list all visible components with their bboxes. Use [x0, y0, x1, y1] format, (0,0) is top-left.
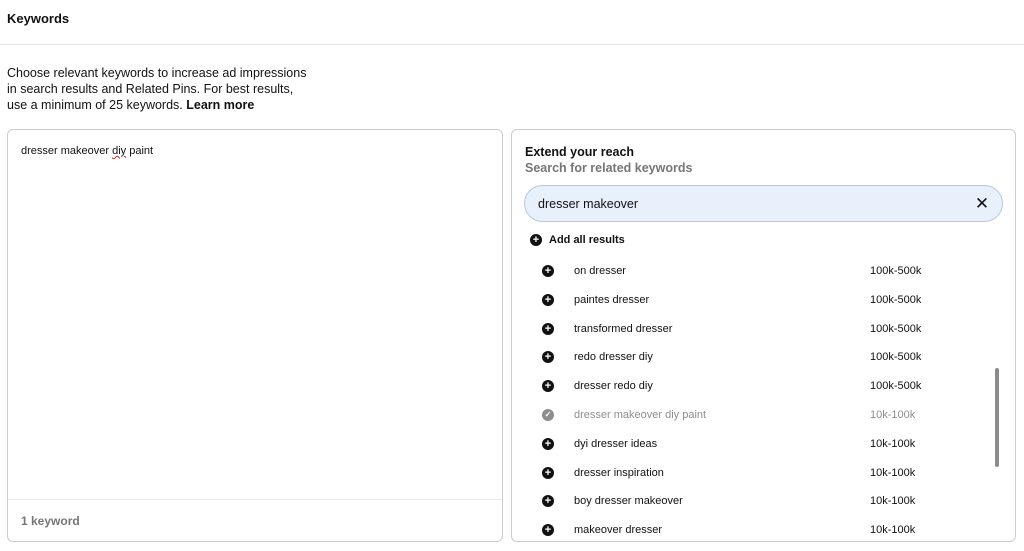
description-text: Choose relevant keywords to increase ad …	[7, 66, 307, 112]
keyword-search-volume: 100k-500k	[870, 380, 922, 393]
related-keywords-input[interactable]	[538, 195, 958, 213]
keyword-result-row[interactable]: + paintes dresser 100k-500k	[512, 286, 1015, 315]
keywords-input-panel[interactable]: dresser makeover diy paint 1 keyword	[7, 129, 503, 542]
keyword-result-row[interactable]: + transformed dresser 100k-500k	[512, 315, 1015, 344]
related-keywords-search[interactable]: ✕	[524, 185, 1003, 222]
keyword-result-label: dresser redo diy	[574, 380, 653, 393]
keyword-entry-part1: dresser makeover	[21, 145, 113, 157]
close-icon[interactable]: ✕	[972, 194, 992, 214]
keyword-result-row[interactable]: + makeover dresser 10k-100k	[512, 516, 1015, 541]
keyword-search-volume: 10k-100k	[870, 524, 916, 537]
keyword-search-volume: 100k-500k	[870, 265, 922, 277]
keyword-search-volume: 10k-100k	[870, 495, 916, 508]
keyword-search-volume: 100k-500k	[870, 322, 922, 335]
keyword-result-row[interactable]: + dresser redo diy 100k-500k	[512, 372, 1015, 401]
extend-reach-title: Extend your reach	[525, 145, 635, 159]
keyword-result-label: makeover dresser	[574, 524, 663, 537]
keyword-search-volume: 100k-500k	[870, 293, 922, 306]
keyword-search-volume: 10k-100k	[870, 437, 916, 450]
plus-circle-icon[interactable]: +	[542, 466, 554, 479]
keyword-count: 1 keyword	[21, 514, 80, 528]
keywords-footer: 1 keyword	[8, 499, 502, 541]
keyword-result-label: paintes dresser	[574, 293, 650, 306]
plus-circle-icon[interactable]: +	[542, 495, 554, 508]
keyword-result-row[interactable]: + redo dresser diy 100k-500k	[512, 343, 1015, 372]
plus-circle-icon[interactable]: +	[542, 437, 554, 450]
plus-circle-icon[interactable]: +	[542, 524, 554, 537]
keyword-result-label: dresser inspiration	[574, 466, 664, 479]
keyword-result-row[interactable]: ✓ dresser makeover diy paint 10k-100k	[512, 401, 1015, 430]
keyword-result-row[interactable]: + boy dresser makeover 10k-100k	[512, 487, 1015, 516]
plus-circle-icon[interactable]: +	[542, 380, 554, 393]
plus-circle-icon[interactable]: +	[542, 265, 554, 277]
plus-circle-icon[interactable]: +	[542, 351, 554, 364]
add-all-results-button[interactable]: + Add all results	[530, 232, 625, 248]
extend-reach-panel: Extend your reach Search for related key…	[511, 129, 1016, 542]
keywords-description: Choose relevant keywords to increase ad …	[7, 65, 307, 113]
keyword-result-label: redo dresser diy	[574, 351, 653, 364]
plus-circle-icon: +	[530, 234, 542, 246]
learn-more-link[interactable]: Learn more	[186, 98, 254, 112]
keyword-entry-misspelled: diy	[112, 145, 127, 157]
results-scrollbar[interactable]	[995, 368, 999, 467]
keyword-result-label: dresser makeover diy paint	[574, 408, 707, 421]
plus-circle-icon[interactable]: +	[542, 293, 554, 306]
keyword-search-volume: 10k-100k	[870, 408, 916, 421]
keyword-search-volume: 100k-500k	[870, 351, 922, 364]
extend-reach-subtitle: Search for related keywords	[525, 161, 693, 175]
check-circle-icon[interactable]: ✓	[542, 408, 554, 421]
plus-circle-icon[interactable]: +	[542, 322, 554, 335]
page-header: Keywords	[0, 0, 1024, 45]
page-title: Keywords	[7, 11, 70, 26]
keyword-result-label: transformed dresser	[574, 322, 673, 335]
keyword-result-row[interactable]: + dyi dresser ideas 10k-100k	[512, 430, 1015, 459]
keyword-entry-part2: paint	[126, 145, 154, 157]
keyword-result-label: on dresser	[574, 265, 626, 277]
keyword-result-label: dyi dresser ideas	[574, 437, 658, 450]
keywords-textarea[interactable]: dresser makeover diy paint	[21, 145, 153, 157]
keyword-result-row[interactable]: + on dresser 100k-500k	[512, 257, 1015, 286]
keyword-search-volume: 10k-100k	[870, 466, 916, 479]
keyword-result-label: boy dresser makeover	[574, 495, 683, 508]
keyword-result-row[interactable]: + dresser inspiration 10k-100k	[512, 459, 1015, 488]
add-all-label: Add all results	[549, 234, 625, 246]
related-keywords-list: + on dresser 100k-500k + paintes dresser 100k…	[512, 257, 1015, 541]
